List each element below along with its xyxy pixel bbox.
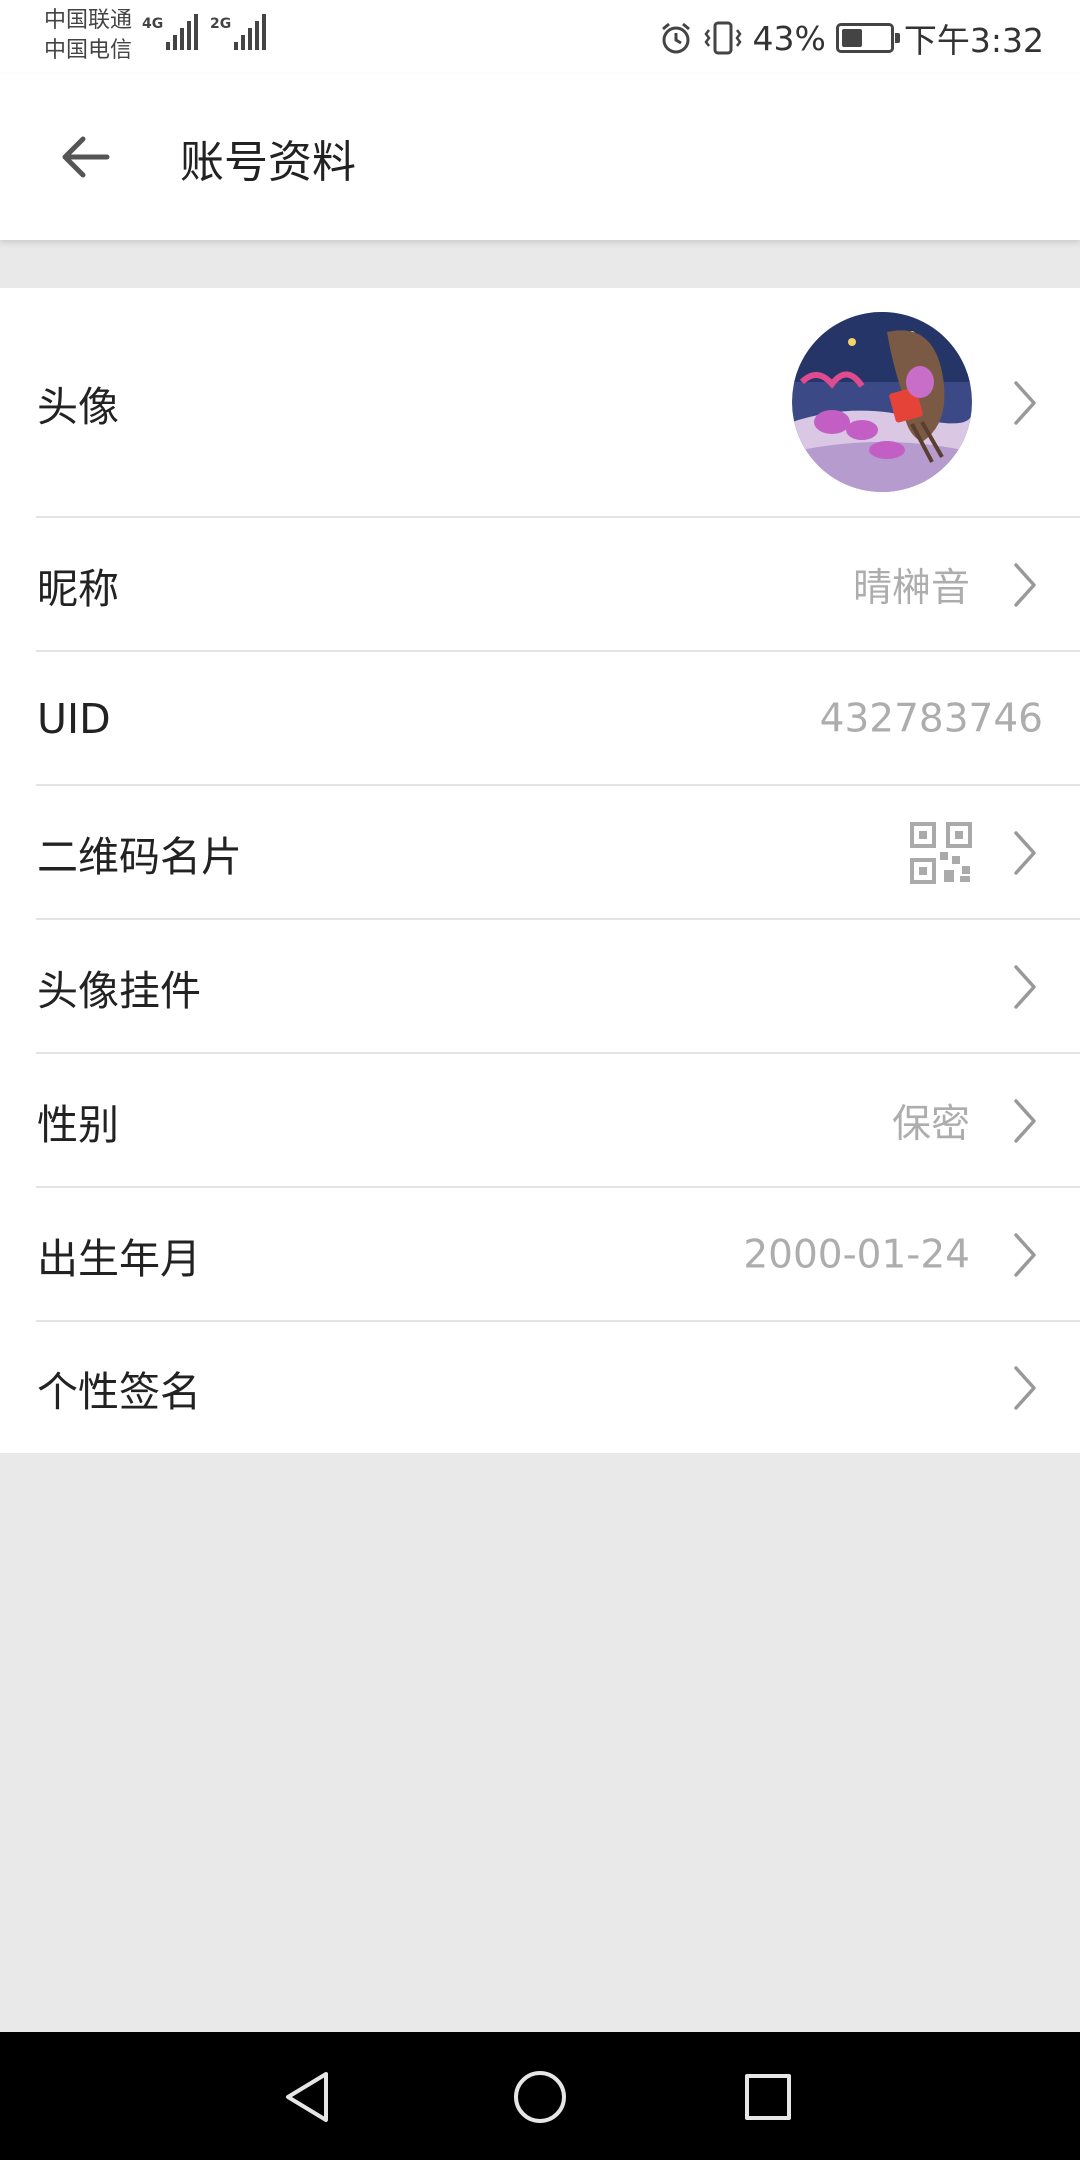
gender-value: 保密 [891,1102,970,1147]
chevron-right-icon [1014,965,1036,1009]
signal-1: 4G [142,14,199,50]
signature-row[interactable]: 个性签名 [0,1322,1080,1453]
carrier-1-label: 中国联通 [44,8,133,33]
back-arrow-icon [62,136,110,178]
qr-card-label: 二维码名片 [37,833,242,881]
clock: 下午3:32 [903,21,1044,60]
uid-value: 432783746 [819,696,1043,742]
app-bar: 账号资料 [0,74,1080,240]
carrier-2-label: 中国电信 [44,38,133,63]
avatar-pendant-row[interactable]: 头像挂件 [0,920,1080,1054]
nav-recents-button[interactable] [733,2062,803,2132]
chevron-right-icon [1014,1365,1036,1410]
network-1-label: 4G [142,16,164,32]
carrier-info: 中国联通 中国电信 [44,6,132,66]
avatar [792,312,972,492]
birthday-row[interactable]: 出生年月 2000-01-24 [0,1188,1080,1322]
signal-bars-icon [234,14,267,50]
chevron-right-icon [1014,1099,1036,1143]
home-circle-icon [514,2071,566,2123]
status-right: 43% 下午3:32 [659,14,1044,62]
avatar-pendant-label: 头像挂件 [37,967,201,1015]
chevron-right-icon [1014,1233,1036,1277]
gender-label: 性别 [37,1101,119,1149]
system-nav-bar [0,2032,1080,2160]
qr-card-row[interactable]: 二维码名片 [0,786,1080,920]
chevron-right-icon [1014,563,1036,607]
birthday-value: 2000-01-24 [743,1232,970,1278]
uid-label: UID [37,695,111,743]
gender-row[interactable]: 性别 保密 [0,1054,1080,1188]
nickname-label: 昵称 [37,565,119,613]
recents-square-icon [745,2074,791,2120]
qr-code-icon [910,822,972,884]
signal-bars-icon [166,14,199,50]
signature-label: 个性签名 [37,1367,201,1416]
avatar-row[interactable]: 头像 [0,288,1080,518]
network-2-label: 2G [210,16,232,32]
page-title: 账号资料 [180,137,356,188]
nickname-value: 晴榊音 [852,566,970,611]
battery-icon [835,23,900,53]
nav-home-button[interactable] [505,2062,575,2132]
back-button[interactable] [50,122,120,192]
battery-percent: 43% [752,18,826,58]
nav-back-button[interactable] [272,2062,342,2132]
birthday-label: 出生年月 [37,1235,201,1283]
chevron-right-icon [1014,381,1036,425]
back-triangle-icon [286,2072,328,2122]
status-bar: 中国联通 中国电信 4G 2G 43% 下午3:32 [0,0,1080,74]
vibrate-icon [703,21,742,55]
alarm-icon [661,22,690,54]
chevron-right-icon [1014,831,1036,875]
avatar-label: 头像 [37,383,119,431]
uid-row: UID 432783746 [0,652,1080,786]
profile-list: 头像 昵称 晴榊音 UID 432783746 二维码名片 头像挂件 性别 保密… [0,288,1080,1453]
nickname-row[interactable]: 昵称 晴榊音 [0,518,1080,652]
signal-2: 2G [210,14,267,50]
